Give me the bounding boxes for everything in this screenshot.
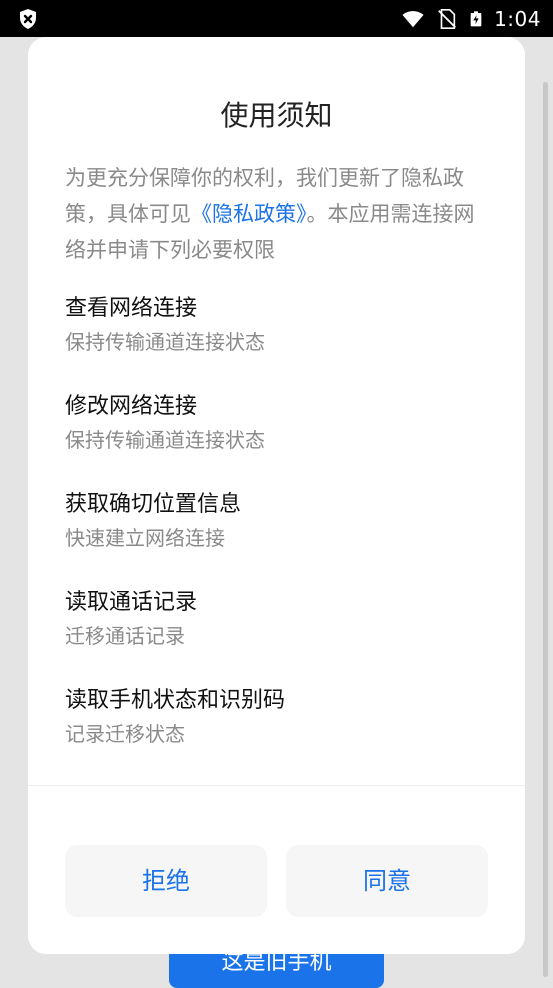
permission-item-modify-network: 修改网络连接 保持传输通道连接状态 — [65, 391, 495, 489]
scrollbar[interactable] — [543, 82, 548, 977]
usage-notice-dialog: 使用须知 为更充分保障你的权利，我们更新了隐私政策，具体可见《隐私政策》。本应用… — [28, 37, 525, 954]
permission-desc: 迁移通话记录 — [65, 624, 185, 648]
permission-desc: 保持传输通道连接状态 — [65, 428, 265, 452]
status-bar: 1:04 — [0, 0, 553, 37]
permission-title: 获取确切位置信息 — [65, 492, 242, 517]
permission-desc: 快速建立网络连接 — [65, 526, 225, 550]
clock: 1:04 — [494, 6, 541, 31]
privacy-policy-link[interactable]: 《隐私政策》 — [191, 202, 307, 226]
permission-item-phone-state: 读取手机状态和识别码 记录迁移状态 — [65, 685, 495, 783]
agree-button[interactable]: 同意 — [286, 845, 488, 917]
status-icons: 1:04 — [400, 0, 541, 37]
permission-desc: 记录迁移状态 — [65, 722, 185, 746]
permission-item-call-log: 读取通话记录 迁移通话记录 — [65, 587, 495, 685]
permission-title: 读取手机状态和识别码 — [65, 688, 286, 713]
shield-x-icon — [20, 9, 36, 29]
battery-charging-icon — [470, 10, 482, 26]
permission-desc: 保持传输通道连接状态 — [65, 330, 265, 354]
no-sim-icon — [438, 8, 456, 29]
permission-title: 读取通话记录 — [65, 590, 198, 615]
notice-text: 为更充分保障你的权利，我们更新了隐私政策，具体可见《隐私政策》。本应用需连接网络… — [65, 160, 495, 268]
dialog-title: 使用须知 — [220, 99, 333, 132]
permission-item-view-network: 查看网络连接 保持传输通道连接状态 — [65, 293, 495, 391]
permission-item-location: 获取确切位置信息 快速建立网络连接 — [65, 489, 495, 587]
permission-title: 修改网络连接 — [65, 394, 198, 419]
wifi-icon — [402, 10, 424, 27]
permission-list: 查看网络连接 保持传输通道连接状态 修改网络连接 保持传输通道连接状态 获取确切… — [65, 293, 495, 783]
reject-button[interactable]: 拒绝 — [65, 845, 267, 917]
permission-title: 查看网络连接 — [65, 296, 198, 321]
divider — [28, 785, 525, 786]
